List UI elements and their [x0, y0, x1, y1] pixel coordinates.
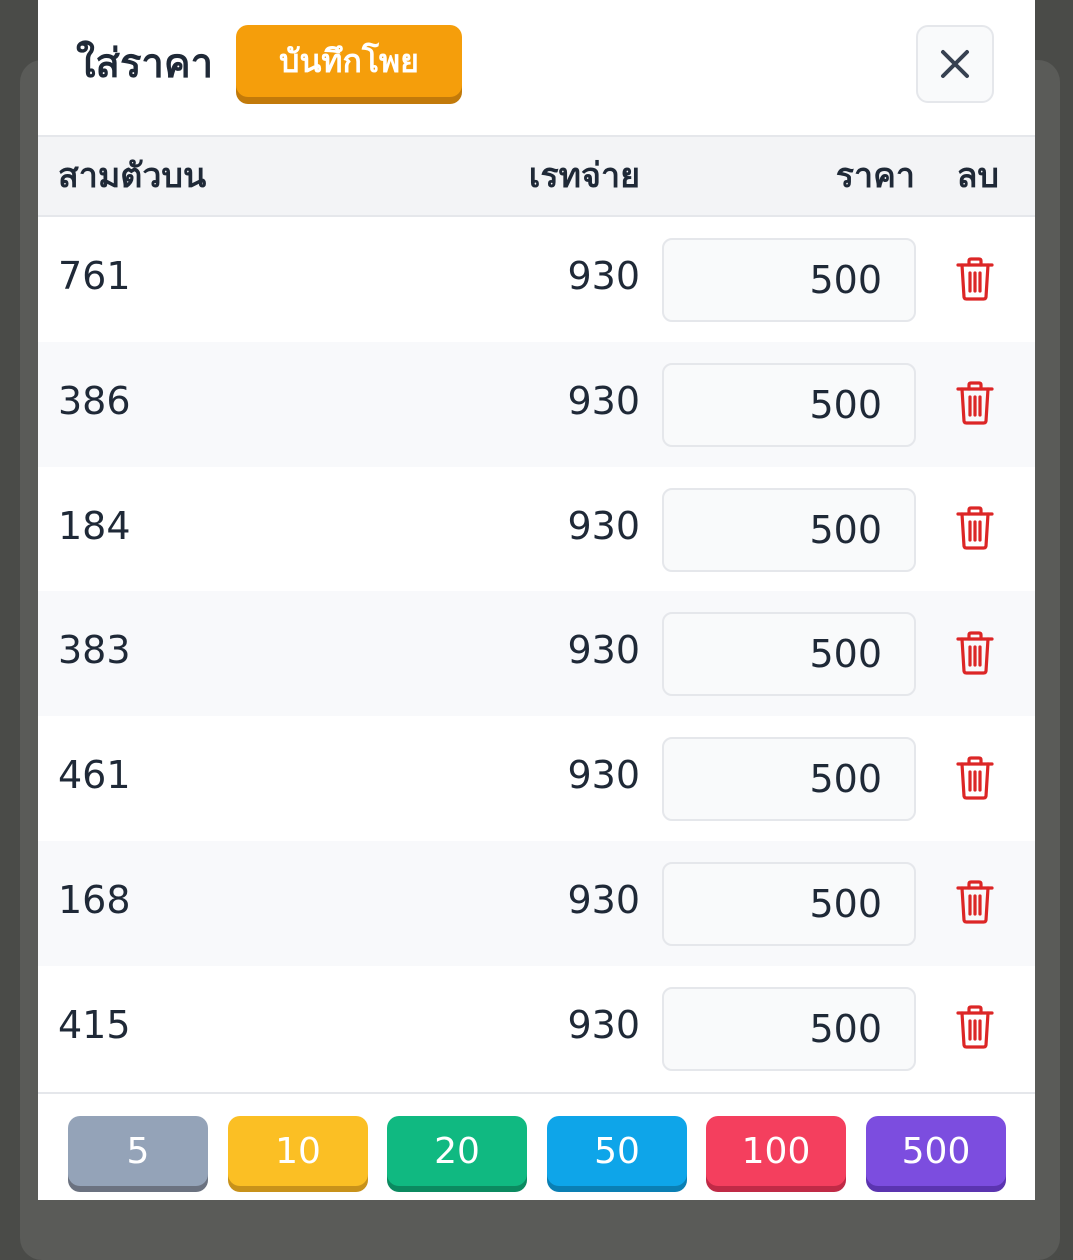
delete-button[interactable]	[946, 625, 1004, 683]
trash-icon	[955, 380, 995, 429]
trash-icon	[955, 879, 995, 928]
quick-amount-500-button[interactable]: 500	[866, 1116, 1006, 1186]
modal-title: ใส่ราคา	[76, 41, 214, 87]
trash-icon	[955, 630, 995, 679]
price-input[interactable]	[662, 986, 916, 1071]
price-input[interactable]	[662, 737, 916, 822]
table-header: สามตัวบน เรทจ่าย ราคา ลบ	[38, 137, 1035, 217]
bet-number: 184	[58, 503, 131, 548]
modal-header: ใส่ราคา บันทึกโพย	[38, 0, 1035, 137]
payout-rate: 930	[567, 1002, 640, 1047]
payout-rate: 930	[567, 877, 640, 922]
trash-icon	[955, 755, 995, 804]
bet-number: 168	[58, 877, 131, 922]
trash-icon	[955, 1004, 995, 1053]
delete-button[interactable]	[946, 750, 1004, 808]
bet-number: 761	[58, 254, 131, 298]
price-input[interactable]	[662, 362, 916, 447]
delete-button[interactable]	[946, 251, 1004, 309]
table-row: 184 930	[38, 466, 1035, 592]
trash-icon	[955, 505, 995, 554]
column-header-delete: ลบ	[956, 156, 999, 196]
bet-table-body: 761 930 386 930 184 930 383 930 461 930	[38, 217, 1035, 1091]
delete-button[interactable]	[946, 376, 1004, 434]
close-button[interactable]	[916, 25, 994, 103]
price-input[interactable]	[662, 612, 916, 697]
table-row: 383 930	[38, 591, 1035, 717]
table-row: 461 930	[38, 716, 1035, 841]
table-row: 761 930	[38, 217, 1035, 342]
table-row: 386 930	[38, 341, 1035, 467]
column-header-rate: เรทจ่าย	[528, 156, 640, 196]
price-input[interactable]	[662, 487, 916, 572]
price-modal: ใส่ราคา บันทึกโพย สามตัวบน เรทจ่าย ราคา …	[38, 0, 1035, 1200]
bet-number: 461	[58, 753, 131, 798]
delete-button[interactable]	[946, 501, 1004, 559]
price-input[interactable]	[662, 238, 916, 322]
column-header-price: ราคา	[835, 156, 915, 196]
quick-amount-20-button[interactable]: 20	[387, 1116, 527, 1186]
save-slip-button[interactable]: บันทึกโพย	[236, 25, 462, 97]
quick-amount-5-button[interactable]: 5	[68, 1116, 208, 1186]
price-input[interactable]	[662, 861, 916, 946]
trash-icon	[955, 256, 995, 305]
bet-number: 415	[58, 1002, 131, 1047]
quick-amount-100-button[interactable]: 100	[706, 1116, 846, 1186]
payout-rate: 930	[567, 503, 640, 548]
table-row: 168 930	[38, 840, 1035, 966]
bet-number: 386	[58, 378, 131, 423]
payout-rate: 930	[567, 753, 640, 798]
quick-amount-10-button[interactable]: 10	[228, 1116, 368, 1186]
quick-amount-50-button[interactable]: 50	[547, 1116, 687, 1186]
payout-rate: 930	[567, 378, 640, 423]
payout-rate: 930	[567, 628, 640, 673]
table-row: 415 930	[38, 965, 1035, 1091]
delete-button[interactable]	[946, 875, 1004, 933]
column-header-number: สามตัวบน	[58, 156, 207, 196]
bet-number: 383	[58, 628, 131, 673]
payout-rate: 930	[567, 254, 640, 298]
delete-button[interactable]	[946, 1000, 1004, 1058]
close-icon	[941, 50, 969, 78]
quick-amount-bar: 5 10 20 50 100 500	[38, 1092, 1035, 1200]
